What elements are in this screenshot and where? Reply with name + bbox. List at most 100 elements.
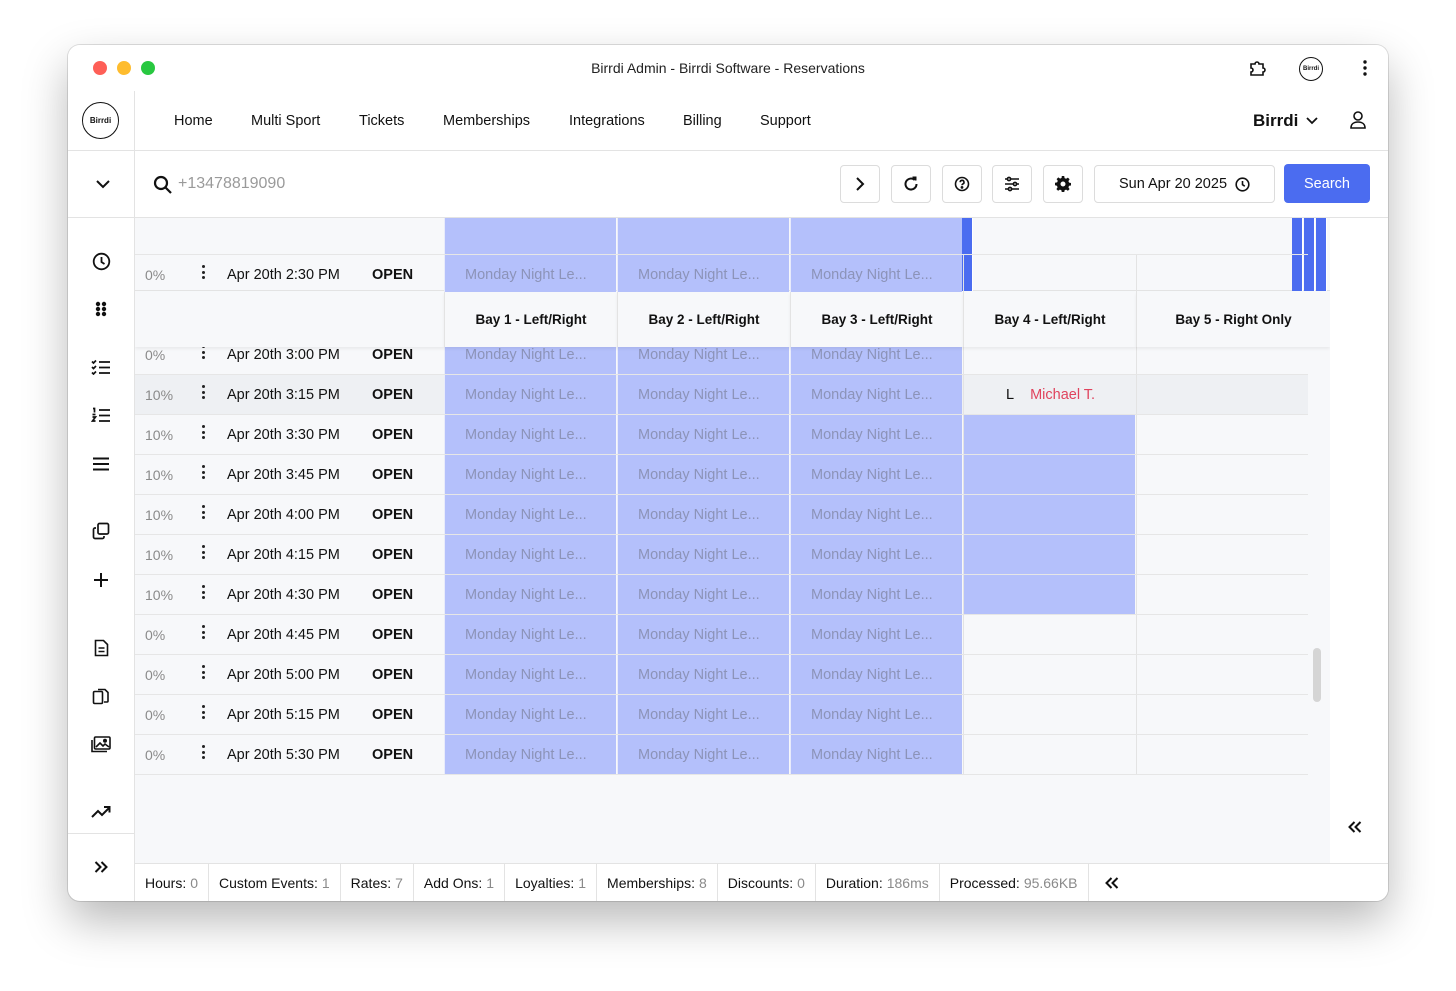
row-menu-icon[interactable]: [199, 705, 207, 723]
table-row[interactable]: 0% Apr 20th 5:30 PM OPEN Monday Night Le...…: [135, 735, 1308, 775]
reservation-block[interactable]: Monday Night Le...: [790, 455, 962, 494]
empty-slot[interactable]: [1136, 655, 1308, 694]
nav-home[interactable]: Home: [174, 113, 213, 129]
reservation-block[interactable]: Monday Night Le...: [617, 735, 789, 774]
reservation-block[interactable]: Monday Night Le...: [617, 255, 789, 294]
reservation-block[interactable]: Monday Night Le...: [617, 695, 789, 734]
expand-sidebar-icon[interactable]: [90, 856, 112, 878]
birrdi-logo[interactable]: Birrdi: [82, 102, 119, 139]
duplicate-icon[interactable]: [90, 685, 112, 707]
column-bay-4[interactable]: Bay 4 - Left/Right: [963, 292, 1136, 347]
checklist-icon[interactable]: [90, 356, 112, 378]
grid-dots-icon[interactable]: [90, 298, 112, 320]
row-menu-icon[interactable]: [199, 625, 207, 643]
column-bay-5[interactable]: Bay 5 - Right Only: [1136, 292, 1330, 347]
table-row[interactable]: 10% Apr 20th 4:15 PM OPEN Monday Night Le..…: [135, 535, 1308, 575]
reservation-block[interactable]: Monday Night Le...: [790, 495, 962, 534]
table-row[interactable]: 10% Apr 20th 3:30 PM OPEN Monday Night Le..…: [135, 415, 1308, 455]
empty-slot[interactable]: [1136, 375, 1308, 414]
menu-lines-icon[interactable]: [90, 453, 112, 475]
reservation-block[interactable]: Monday Night Le...: [444, 695, 616, 734]
customer-name[interactable]: Michael T.: [1030, 387, 1095, 403]
help-button[interactable]: [942, 165, 982, 203]
reservation-block[interactable]: Monday Night Le...: [790, 655, 962, 694]
copy-icon[interactable]: [90, 520, 112, 542]
reservation-block[interactable]: Monday Night Le...: [617, 535, 789, 574]
reservation-block[interactable]: Monday Night Le...: [444, 615, 616, 654]
collapse-right-panel-icon[interactable]: [1348, 820, 1362, 838]
empty-slot[interactable]: [963, 735, 1135, 774]
nav-integrations[interactable]: Integrations: [569, 113, 645, 129]
empty-slot[interactable]: [1136, 495, 1308, 534]
gallery-icon[interactable]: [90, 733, 112, 755]
plus-icon[interactable]: [90, 569, 112, 591]
row-menu-icon[interactable]: [199, 265, 207, 283]
reservation-block[interactable]: Monday Night Le...: [444, 535, 616, 574]
reservation-block[interactable]: Monday Night Le...: [790, 255, 962, 294]
row-menu-icon[interactable]: [199, 745, 207, 763]
user-icon[interactable]: [1349, 110, 1367, 135]
table-row[interactable]: 10% Apr 20th 3:15 PM OPEN Monday Night Le..…: [135, 375, 1308, 415]
reservation-block[interactable]: [963, 455, 1135, 494]
nav-tickets[interactable]: Tickets: [359, 113, 404, 129]
row-menu-icon[interactable]: [199, 505, 207, 523]
refresh-button[interactable]: [891, 165, 931, 203]
reservation-block[interactable]: Monday Night Le...: [790, 695, 962, 734]
reservation-block[interactable]: Monday Night Le...: [444, 735, 616, 774]
empty-slot[interactable]: [1136, 535, 1308, 574]
numbered-list-icon[interactable]: [90, 404, 112, 426]
reservation-block[interactable]: [963, 415, 1135, 454]
empty-slot[interactable]: [1136, 575, 1308, 614]
row-menu-icon[interactable]: [199, 585, 207, 603]
empty-slot[interactable]: [1136, 735, 1308, 774]
empty-slot[interactable]: [1136, 615, 1308, 654]
table-row[interactable]: 0% Apr 20th 2:30 PM OPEN Monday Night Le...…: [135, 255, 1308, 295]
filters-button[interactable]: [992, 165, 1032, 203]
reservation-block[interactable]: Monday Night Le...: [444, 655, 616, 694]
reservation-block[interactable]: Monday Night Le...: [617, 615, 789, 654]
chevron-down-icon[interactable]: [96, 176, 110, 194]
reservation-block[interactable]: Monday Night Le...: [617, 375, 789, 414]
reservation-block[interactable]: Monday Night Le...: [444, 495, 616, 534]
reservation-block[interactable]: Monday Night Le...: [790, 735, 962, 774]
reservation-block[interactable]: Monday Night Le...: [444, 455, 616, 494]
reservation-block[interactable]: Monday Night Le...: [444, 255, 616, 294]
reservation-block[interactable]: Monday Night Le...: [790, 415, 962, 454]
clock-icon[interactable]: [90, 250, 112, 272]
table-row[interactable]: 10% Apr 20th 3:45 PM OPEN Monday Night Le..…: [135, 455, 1308, 495]
account-switcher[interactable]: Birrdi: [1253, 111, 1318, 131]
nav-memberships[interactable]: Memberships: [443, 113, 530, 129]
table-row[interactable]: 0% Apr 20th 5:15 PM OPEN Monday Night Le...…: [135, 695, 1308, 735]
collapse-status-icon[interactable]: [1089, 876, 1135, 889]
column-bay-2[interactable]: Bay 2 - Left/Right: [617, 292, 790, 347]
table-row[interactable]: 0% Apr 20th 5:00 PM OPEN Monday Night Le...…: [135, 655, 1308, 695]
reservation-block[interactable]: [963, 495, 1135, 534]
nav-support[interactable]: Support: [760, 113, 811, 129]
column-bay-3[interactable]: Bay 3 - Left/Right: [790, 292, 963, 347]
search-button[interactable]: Search: [1284, 164, 1370, 203]
nav-billing[interactable]: Billing: [683, 113, 722, 129]
document-icon[interactable]: [90, 637, 112, 659]
reservation-block[interactable]: Monday Night Le...: [790, 615, 962, 654]
reservation-block[interactable]: Monday Night Le...: [617, 495, 789, 534]
empty-slot[interactable]: [1136, 695, 1308, 734]
customer-reservation[interactable]: L Michael T.: [963, 375, 1135, 414]
row-menu-icon[interactable]: [199, 385, 207, 403]
extensions-icon[interactable]: [1247, 57, 1269, 79]
empty-slot[interactable]: [963, 655, 1135, 694]
reservation-block[interactable]: Monday Night Le...: [444, 375, 616, 414]
empty-slot[interactable]: [963, 615, 1135, 654]
settings-button[interactable]: [1043, 165, 1083, 203]
row-menu-icon[interactable]: [199, 545, 207, 563]
row-menu-icon[interactable]: [199, 665, 207, 683]
next-button[interactable]: [840, 165, 880, 203]
reservation-block[interactable]: Monday Night Le...: [617, 655, 789, 694]
reservation-block[interactable]: Monday Night Le...: [617, 455, 789, 494]
table-row[interactable]: [135, 218, 1308, 255]
reservation-block[interactable]: [444, 218, 616, 254]
empty-slot[interactable]: [1136, 255, 1308, 294]
reservation-block[interactable]: [617, 218, 789, 254]
reservation-block[interactable]: [790, 218, 962, 254]
table-row[interactable]: 0% Apr 20th 4:45 PM OPEN Monday Night Le...…: [135, 615, 1308, 655]
row-menu-icon[interactable]: [199, 345, 207, 363]
